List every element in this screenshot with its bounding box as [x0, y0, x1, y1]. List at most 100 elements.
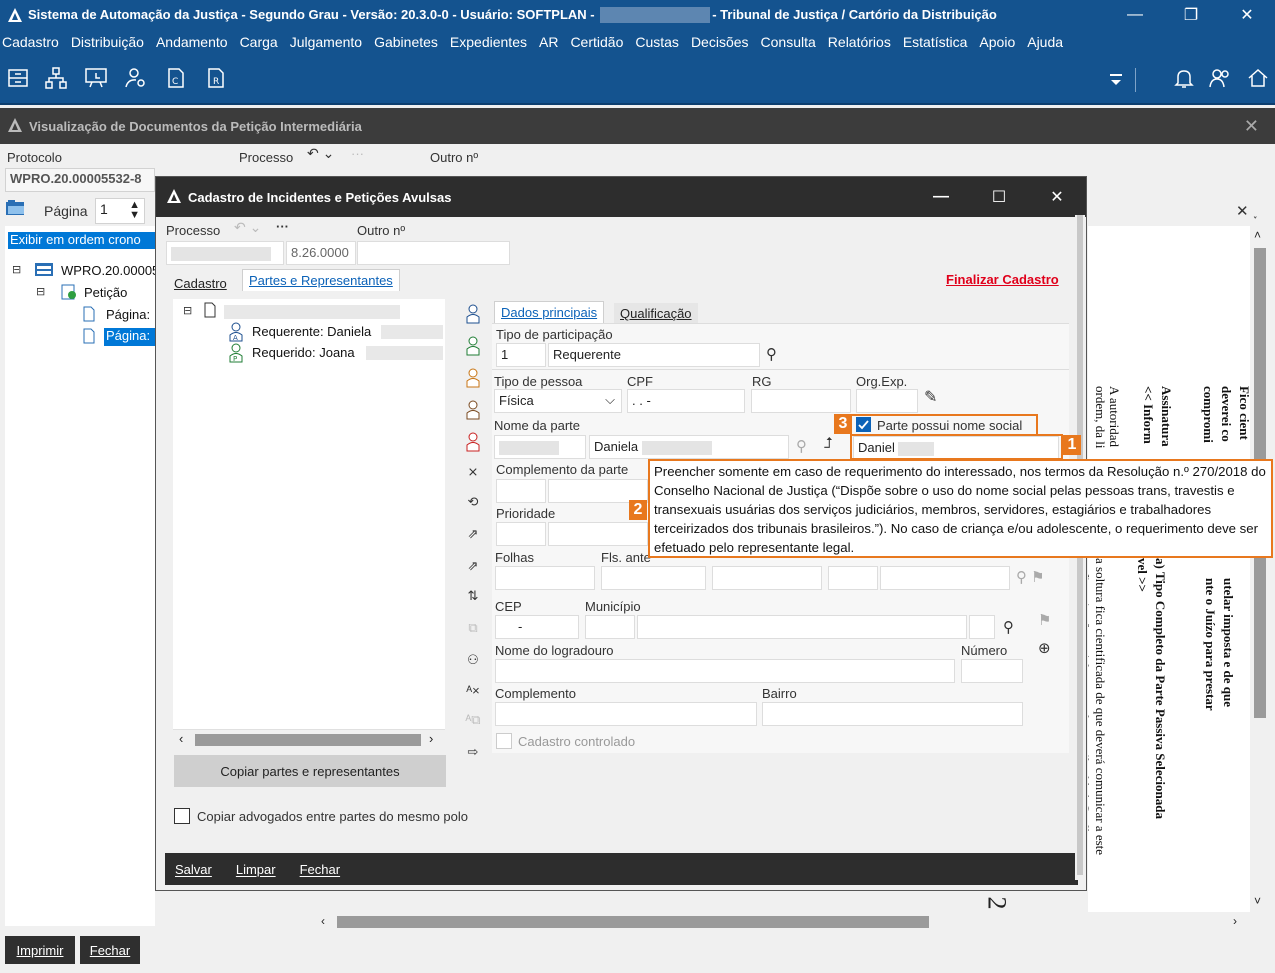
swap-user-icon[interactable]: ⟲ [462, 491, 484, 513]
person-orange-icon[interactable] [462, 367, 484, 389]
menu-decisoes[interactable]: Decisões [691, 34, 749, 50]
tab-dados-principais[interactable]: Dados principais [494, 301, 605, 323]
tipo-field-2[interactable] [880, 566, 1010, 590]
tipo-participacao-field[interactable]: Requerente [548, 343, 760, 367]
board-icon[interactable] [84, 66, 108, 90]
filter-dropdown-icon[interactable] [1104, 68, 1128, 92]
tree-page-2[interactable]: Página: [104, 328, 156, 346]
open-folder-icon[interactable] [5, 198, 27, 222]
tipo-participacao-code[interactable]: 1 [496, 343, 546, 367]
run-user-icon[interactable]: ⇗ [462, 523, 484, 545]
order-link[interactable]: Exibir em ordem crono [8, 232, 156, 249]
tab-partes[interactable]: Partes e Representantes [242, 269, 400, 291]
party-requerente[interactable]: Requerente: Daniela [252, 324, 371, 339]
complemento-field[interactable] [495, 702, 757, 726]
person-blue-icon[interactable] [462, 303, 484, 325]
tipo-field[interactable] [828, 566, 878, 590]
finalizar-cadastro-link[interactable]: Finalizar Cadastro [946, 272, 1059, 287]
add-address-icon[interactable]: ⊕ [1038, 639, 1051, 657]
users-icon[interactable] [1208, 66, 1232, 90]
search-icon[interactable]: ⚲ [1003, 618, 1014, 636]
scroll-thumb[interactable] [337, 916, 929, 928]
user-settings-icon[interactable] [124, 66, 148, 90]
fls-field[interactable] [601, 566, 706, 590]
document-r-icon[interactable]: R [204, 66, 228, 90]
person-green-icon[interactable] [462, 335, 484, 357]
remove-attr-icon[interactable]: ᴬ× [462, 679, 484, 701]
processo-suffix-field[interactable]: 8.26.0000 [286, 241, 356, 265]
processo-field-blurred[interactable] [166, 241, 284, 265]
municipio-code[interactable] [585, 615, 635, 639]
scroll-right-icon[interactable]: › [429, 731, 433, 746]
collapse-icon[interactable]: ⊟ [36, 285, 45, 298]
cep-field[interactable]: - [495, 615, 579, 639]
search-icon[interactable]: ⚲ [766, 345, 777, 363]
nome-parte-field[interactable]: Daniela [589, 435, 789, 459]
maximize-icon[interactable]: ❐ [1163, 0, 1219, 30]
menu-distribuicao[interactable]: Distribuição [71, 34, 144, 50]
fls-field-2[interactable] [712, 566, 822, 590]
dialog-outro-field[interactable] [357, 241, 510, 265]
complemento-parte-code[interactable] [496, 479, 546, 503]
chevron-down-icon[interactable]: ⌵ [605, 392, 615, 408]
collapse-icon[interactable]: ⊟ [183, 304, 192, 317]
back-icon[interactable]: ↶ ⌄ [234, 219, 261, 236]
scroll-thumb[interactable] [195, 734, 421, 746]
dialog-maximize-icon[interactable]: ☐ [970, 177, 1028, 217]
nome-parte-code[interactable] [494, 435, 586, 459]
menu-andamento[interactable]: Andamento [156, 34, 228, 50]
tree-root-label[interactable]: WPRO.20.00005 [61, 263, 159, 278]
doc-close-icon[interactable]: ✕ ˯ [1236, 202, 1258, 220]
menu-certidao[interactable]: Certidão [570, 34, 623, 50]
imprimir-button[interactable]: Imprimir [5, 936, 75, 964]
tree-petition-label[interactable]: Petição [84, 285, 127, 300]
menu-carga[interactable]: Carga [240, 34, 278, 50]
search-icon[interactable]: ⚲ [796, 437, 807, 455]
export-icon[interactable]: ⇨ [462, 741, 484, 763]
menu-apoio[interactable]: Apoio [979, 34, 1015, 50]
fechar-dialog-button[interactable]: Fechar [300, 862, 340, 877]
more-icon[interactable]: ··· [351, 146, 364, 161]
fechar-viewer-button[interactable]: Fechar [80, 936, 140, 964]
protocolo-field[interactable]: WPRO.20.00005532-8 [5, 168, 155, 192]
prioridade-code[interactable] [496, 522, 546, 546]
rg-field[interactable] [751, 389, 851, 413]
run-users-icon[interactable]: ⇗ [462, 555, 484, 577]
person-brown-icon[interactable] [462, 399, 484, 421]
prioridade-field[interactable] [548, 522, 648, 546]
pagina-spinner[interactable]: 1 ▲ ▼ [95, 198, 145, 224]
handshake-icon[interactable]: ⚇ [462, 649, 484, 671]
folhas-field[interactable] [495, 566, 595, 590]
remove-user-icon[interactable]: ⨯ [462, 461, 484, 483]
parties-hscroll[interactable]: ‹ › [173, 729, 445, 749]
transfer-name-icon[interactable]: ⮥ [824, 435, 833, 452]
doc-vertical-scrollbar[interactable]: ˄ ˅ [1250, 226, 1270, 912]
menu-ajuda[interactable]: Ajuda [1027, 34, 1063, 50]
collapse-icon[interactable]: ⊟ [12, 263, 21, 276]
menu-estatistica[interactable]: Estatística [903, 34, 968, 50]
bell-icon[interactable] [1172, 66, 1196, 90]
dialog-close-icon[interactable]: ✕ [1028, 177, 1086, 217]
printer-icon[interactable] [6, 66, 30, 90]
tipo-pessoa-select[interactable]: Física ⌵ [494, 389, 622, 413]
minimize-icon[interactable]: — [1107, 0, 1163, 30]
menu-gabinetes[interactable]: Gabinetes [374, 34, 438, 50]
party-requerido[interactable]: Requerido: Joana [252, 345, 355, 360]
salvar-button[interactable]: Salvar [175, 862, 212, 877]
scroll-right-icon[interactable]: › [1233, 914, 1237, 928]
municipio-uf[interactable] [969, 615, 995, 639]
copiar-advogados-checkbox[interactable] [174, 808, 190, 824]
tab-cadastro[interactable]: Cadastro [168, 273, 233, 294]
menu-relatorios[interactable]: Relatórios [828, 34, 891, 50]
more-icon[interactable]: ··· [276, 219, 289, 234]
bairro-field[interactable] [762, 702, 1023, 726]
menu-cadastro[interactable]: Cadastro [2, 34, 59, 50]
scroll-left-icon[interactable]: ‹ [321, 914, 325, 928]
spinner-arrows-icon[interactable]: ▲ ▼ [129, 200, 140, 221]
copiar-partes-button[interactable]: Copiar partes e representantes [174, 755, 446, 787]
tab-qualificacao[interactable]: Qualificação [614, 303, 698, 324]
dialog-minimize-icon[interactable]: — [912, 177, 970, 217]
menu-julgamento[interactable]: Julgamento [290, 34, 362, 50]
menu-expedientes[interactable]: Expedientes [450, 34, 527, 50]
menu-ar[interactable]: AR [539, 34, 558, 50]
